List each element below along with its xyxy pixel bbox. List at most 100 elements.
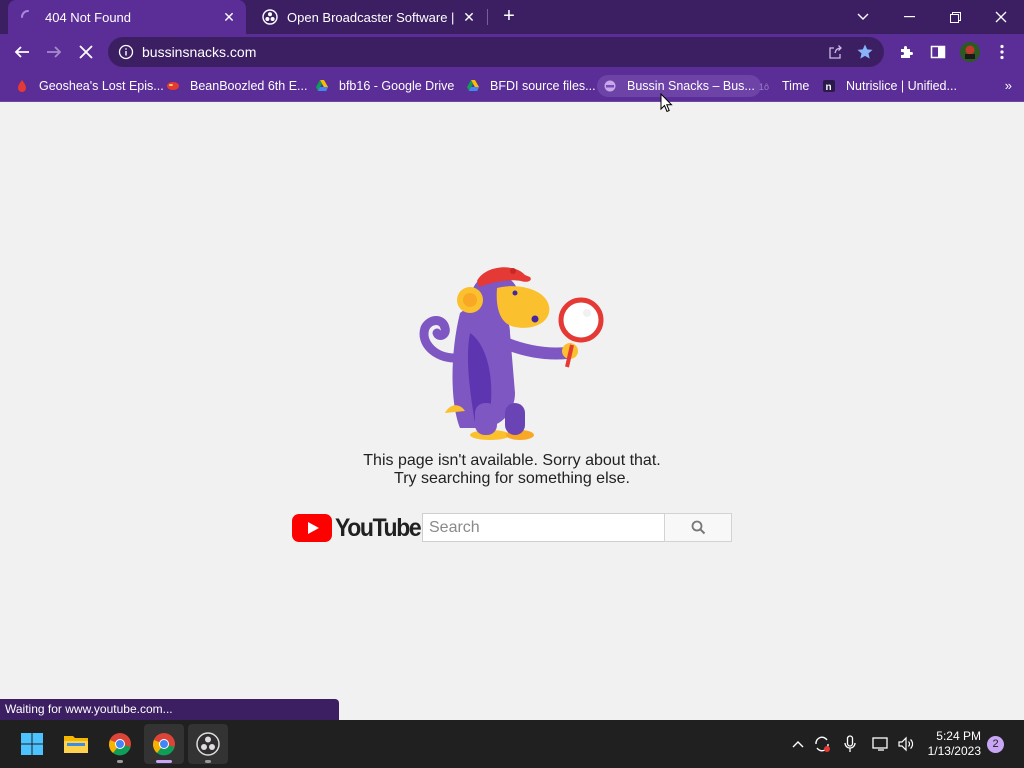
- tab-divider: [487, 9, 488, 25]
- active-indicator: [156, 760, 172, 763]
- bookmark-label: Time: [782, 79, 810, 93]
- microphone-icon: [844, 735, 856, 752]
- youtube-search-button[interactable]: [664, 513, 732, 542]
- google-drive-icon: [316, 80, 328, 91]
- microphone-tray-icon[interactable]: [840, 734, 860, 754]
- page-content: This page isn't available. Sorry about t…: [0, 103, 1024, 720]
- sync-tray-icon[interactable]: [812, 734, 832, 754]
- stop-loading-button[interactable]: [72, 38, 100, 66]
- clock-date: 1/13/2023: [927, 744, 981, 758]
- obs-taskbar-button[interactable]: [188, 724, 228, 764]
- new-tab-button[interactable]: +: [498, 5, 520, 27]
- close-icon: [995, 11, 1007, 23]
- snack-icon: [604, 80, 616, 92]
- youtube-play-icon: [292, 514, 332, 542]
- chevron-down-icon: [857, 13, 869, 20]
- bookmark-item[interactable]: n Nutrislice | Unified...: [816, 75, 963, 97]
- side-panel-button[interactable]: [924, 38, 952, 66]
- search-icon: [691, 520, 705, 535]
- system-clock[interactable]: 5:24 PM 1/13/2023: [928, 729, 981, 759]
- close-window-button[interactable]: [978, 0, 1024, 34]
- error-message-line-1: This page isn't available. Sorry about t…: [363, 452, 661, 469]
- windows-taskbar: 5:24 PM 1/13/2023 2: [0, 720, 1024, 768]
- tab-close-button[interactable]: ✕: [218, 9, 240, 26]
- back-arrow-icon: [14, 46, 29, 58]
- browser-toolbar: bussinsnacks.com: [0, 34, 1024, 70]
- bookmark-star-icon[interactable]: [856, 43, 874, 61]
- bookmark-item[interactable]: BFDI source files...: [460, 75, 602, 97]
- volume-icon: [898, 736, 914, 752]
- minimize-button[interactable]: [886, 0, 932, 34]
- tab-title: 404 Not Found: [45, 9, 132, 25]
- clock-time: 5:24 PM: [936, 729, 981, 743]
- bookmarks-bar: Geoshea's Lost Epis... BeanBoozled 6th E…: [0, 70, 1024, 102]
- profile-avatar-button[interactable]: [956, 38, 984, 66]
- bookmark-label: BeanBoozled 6th E...: [190, 79, 308, 93]
- error-message-line-2: Try searching for something else.: [394, 470, 630, 487]
- error-message: This page isn't available. Sorry about t…: [312, 452, 712, 488]
- bookmark-label: Nutrislice | Unified...: [846, 79, 957, 93]
- restore-icon: [949, 11, 961, 23]
- loading-spinner-icon: [21, 10, 29, 18]
- bookmark-item[interactable]: 1ô Time: [752, 75, 815, 97]
- chrome-menu-button[interactable]: [988, 38, 1016, 66]
- chrome-taskbar-button[interactable]: [100, 724, 140, 764]
- confused-monkey-illustration: [419, 267, 604, 440]
- red-droplet-icon: [18, 80, 26, 92]
- notification-badge[interactable]: 2: [987, 736, 1004, 753]
- nutrislice-icon: n: [823, 80, 835, 93]
- tab-obs[interactable]: Open Broadcaster Software | OBS ✕: [250, 0, 486, 34]
- bookmark-label: BFDI source files...: [490, 79, 596, 93]
- extensions-button[interactable]: [892, 38, 920, 66]
- tab-title: Open Broadcaster Software | OBS: [287, 9, 458, 25]
- svg-text:1ô: 1ô: [759, 82, 769, 92]
- youtube-search-box[interactable]: [422, 513, 665, 542]
- minimize-icon: [903, 16, 915, 18]
- share-icon[interactable]: [828, 44, 844, 60]
- chrome-icon: [109, 733, 131, 756]
- youtube-logo[interactable]: YouTube: [292, 513, 428, 543]
- forward-arrow-icon: [47, 46, 62, 58]
- side-panel-icon: [930, 45, 946, 59]
- running-indicator: [205, 760, 211, 763]
- jellybean-icon: [167, 82, 179, 90]
- start-button[interactable]: [12, 724, 52, 764]
- tab-close-button[interactable]: ✕: [458, 9, 480, 26]
- back-button[interactable]: [8, 38, 36, 66]
- more-vert-icon: [1000, 44, 1004, 60]
- windows-logo-icon: [21, 733, 43, 755]
- tab-search-button[interactable]: [840, 0, 886, 34]
- youtube-search-input[interactable]: [423, 514, 664, 541]
- network-tray-icon[interactable]: [871, 734, 891, 754]
- chrome-profile-taskbar-button[interactable]: [144, 724, 184, 764]
- chevron-up-icon: [792, 741, 804, 748]
- youtube-wordmark: YouTube: [335, 513, 422, 542]
- bookmark-label: bfb16 - Google Drive: [339, 79, 455, 93]
- bookmark-item[interactable]: Bussin Snacks – Bus...: [597, 75, 761, 97]
- running-indicator: [117, 760, 123, 763]
- bookmark-label: Geoshea's Lost Epis...: [39, 79, 164, 93]
- file-explorer-taskbar-button[interactable]: [56, 724, 96, 764]
- status-bubble: Waiting for www.youtube.com...: [0, 699, 339, 720]
- info-icon[interactable]: [118, 44, 134, 60]
- bookmark-item[interactable]: BeanBoozled 6th E...: [160, 75, 313, 97]
- more-bookmarks-button[interactable]: »: [1005, 78, 1012, 93]
- svg-text:n: n: [826, 82, 832, 93]
- show-hidden-icons-button[interactable]: [788, 734, 808, 754]
- avatar: [960, 42, 980, 62]
- tab-404[interactable]: 404 Not Found ✕: [8, 0, 246, 34]
- chrome-icon: [153, 733, 175, 756]
- obs-icon: [262, 9, 278, 25]
- forward-button[interactable]: [40, 38, 68, 66]
- puzzle-icon: [901, 46, 913, 58]
- bookmark-label: Bussin Snacks – Bus...: [627, 79, 755, 93]
- bookmark-item[interactable]: Geoshea's Lost Epis...: [9, 75, 170, 97]
- bookmark-item[interactable]: bfb16 - Google Drive: [309, 75, 460, 97]
- obs-icon: [196, 732, 220, 756]
- google-drive-icon: [467, 80, 479, 91]
- restore-button[interactable]: [932, 0, 978, 34]
- volume-tray-icon[interactable]: [896, 734, 916, 754]
- address-bar[interactable]: bussinsnacks.com: [108, 37, 884, 67]
- sync-icon: [815, 736, 830, 752]
- url-text[interactable]: bussinsnacks.com: [142, 44, 256, 60]
